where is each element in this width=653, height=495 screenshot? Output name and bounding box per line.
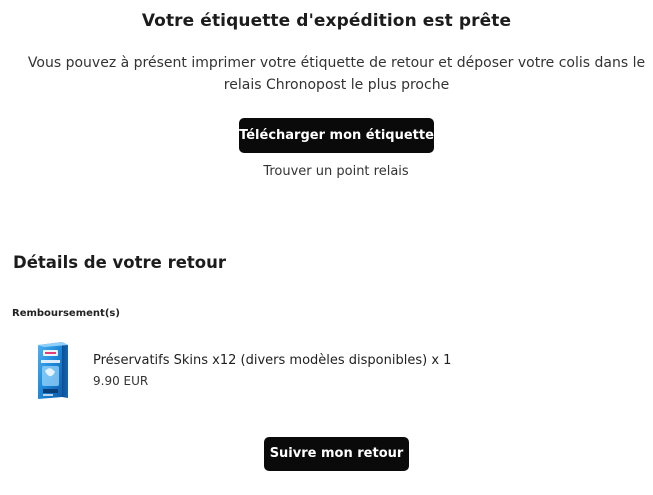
track-return-button[interactable]: Suivre mon retour: [264, 437, 409, 471]
intro-text: Vous pouvez à présent imprimer votre éti…: [27, 55, 646, 93]
product-price: 9.90 EUR: [93, 374, 149, 388]
page-title: Votre étiquette d'expédition est prête: [141, 11, 512, 31]
skins-condom-box-icon: [38, 342, 68, 399]
download-label-button[interactable]: Télécharger mon étiquette: [239, 118, 434, 153]
refunds-label: Remboursement(s): [12, 308, 120, 319]
return-details-title: Détails de votre retour: [13, 253, 227, 272]
find-relay-link[interactable]: Trouver un point relais: [0, 164, 653, 179]
list-item: Préservatifs Skins x12 (divers modèles d…: [34, 341, 634, 403]
product-name: Préservatifs Skins x12 (divers modèles d…: [93, 353, 452, 368]
